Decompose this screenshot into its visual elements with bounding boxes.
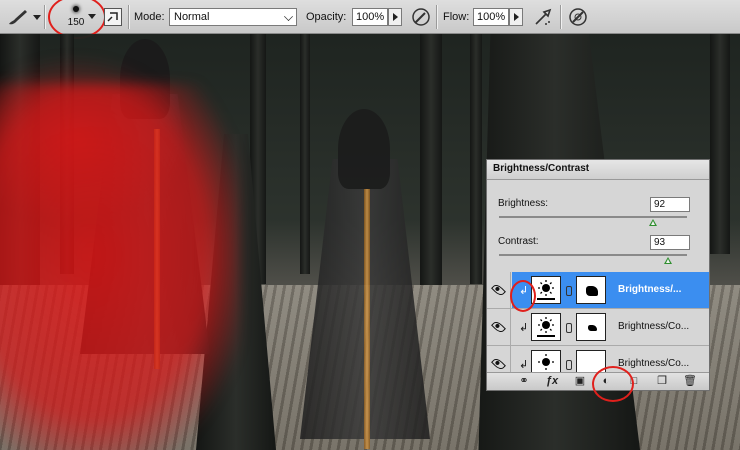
clipping-arrow-icon: ↲ [519,322,529,334]
panel-title: Brightness/Contrast [487,160,709,180]
adjustment-thumbnail[interactable] [531,313,561,341]
contrast-label: Contrast: [498,236,539,247]
link-layers-icon[interactable]: ⚭ [517,375,531,387]
options-bar: 150 Mode: Normal Opacity: 100% Flow: 100… [0,0,740,39]
layer-name[interactable]: Brightness/Co... [618,321,689,332]
brush-panel-toggle-icon [107,12,118,22]
divider [436,5,438,29]
eye-icon [491,282,506,298]
opacity-label: Opacity: [306,11,347,23]
opacity-input[interactable]: 100% [352,8,388,26]
opacity-slider-toggle[interactable] [388,8,402,26]
airbrush-icon[interactable] [532,6,554,28]
layer-row[interactable]: ↲ Brightness/Co... [487,309,709,346]
brightness-slider[interactable] [499,216,687,226]
layer-mask-thumbnail[interactable] [576,313,606,341]
reaper-figure [290,109,440,449]
tablet-pressure-size-icon[interactable] [567,6,589,28]
contrast-slider-thumb[interactable] [664,257,673,264]
brush-panel-toggle[interactable] [104,8,122,26]
tablet-pressure-opacity-icon[interactable] [410,6,432,28]
delete-icon[interactable]: 🗑 [683,375,697,387]
annotation-circle [592,366,634,402]
brush-tool-icon[interactable] [6,7,30,27]
link-icon[interactable] [566,323,572,333]
painted-mask-overlay [0,84,240,450]
layer-mask-thumbnail[interactable] [576,276,606,304]
flow-label: Flow: [443,11,470,23]
add-mask-icon[interactable]: ▣ [573,375,587,387]
link-icon[interactable] [566,286,572,296]
contrast-slider[interactable] [499,254,687,264]
adjustments-panel: Brightness/Contrast Brightness: 92 Contr… [486,159,710,391]
eye-icon [491,356,506,372]
brightness-slider-thumb[interactable] [649,219,658,226]
brightness-label: Brightness: [498,198,549,209]
divider [560,5,562,29]
tree-trunk [470,34,482,284]
tool-preset-dropdown[interactable] [33,15,41,20]
mode-select[interactable]: Normal [169,8,297,26]
layer-name[interactable]: Brightness/Co... [618,358,689,369]
brightness-contrast-icon [537,280,555,300]
brightness-contrast-icon [537,317,555,337]
tree-trunk [710,34,730,254]
fx-icon[interactable]: ƒx [545,375,559,387]
new-layer-icon[interactable]: ❐ [655,375,669,387]
divider [44,5,46,29]
layer-name[interactable]: Brightness/... [618,284,681,295]
annotation-circle [510,280,536,312]
brightness-input[interactable]: 92 [650,197,690,212]
mode-value: Normal [174,11,210,23]
link-icon[interactable] [566,360,572,370]
flow-slider-toggle[interactable] [509,8,523,26]
contrast-input[interactable]: 93 [650,235,690,250]
visibility-toggle[interactable] [487,272,511,308]
eye-icon [491,319,506,335]
divider [128,5,130,29]
clipping-arrow-icon: ↲ [519,359,529,371]
visibility-toggle[interactable] [487,309,511,345]
flow-input[interactable]: 100% [473,8,509,26]
chevron-down-icon [284,12,293,21]
mode-label: Mode: [134,11,165,23]
